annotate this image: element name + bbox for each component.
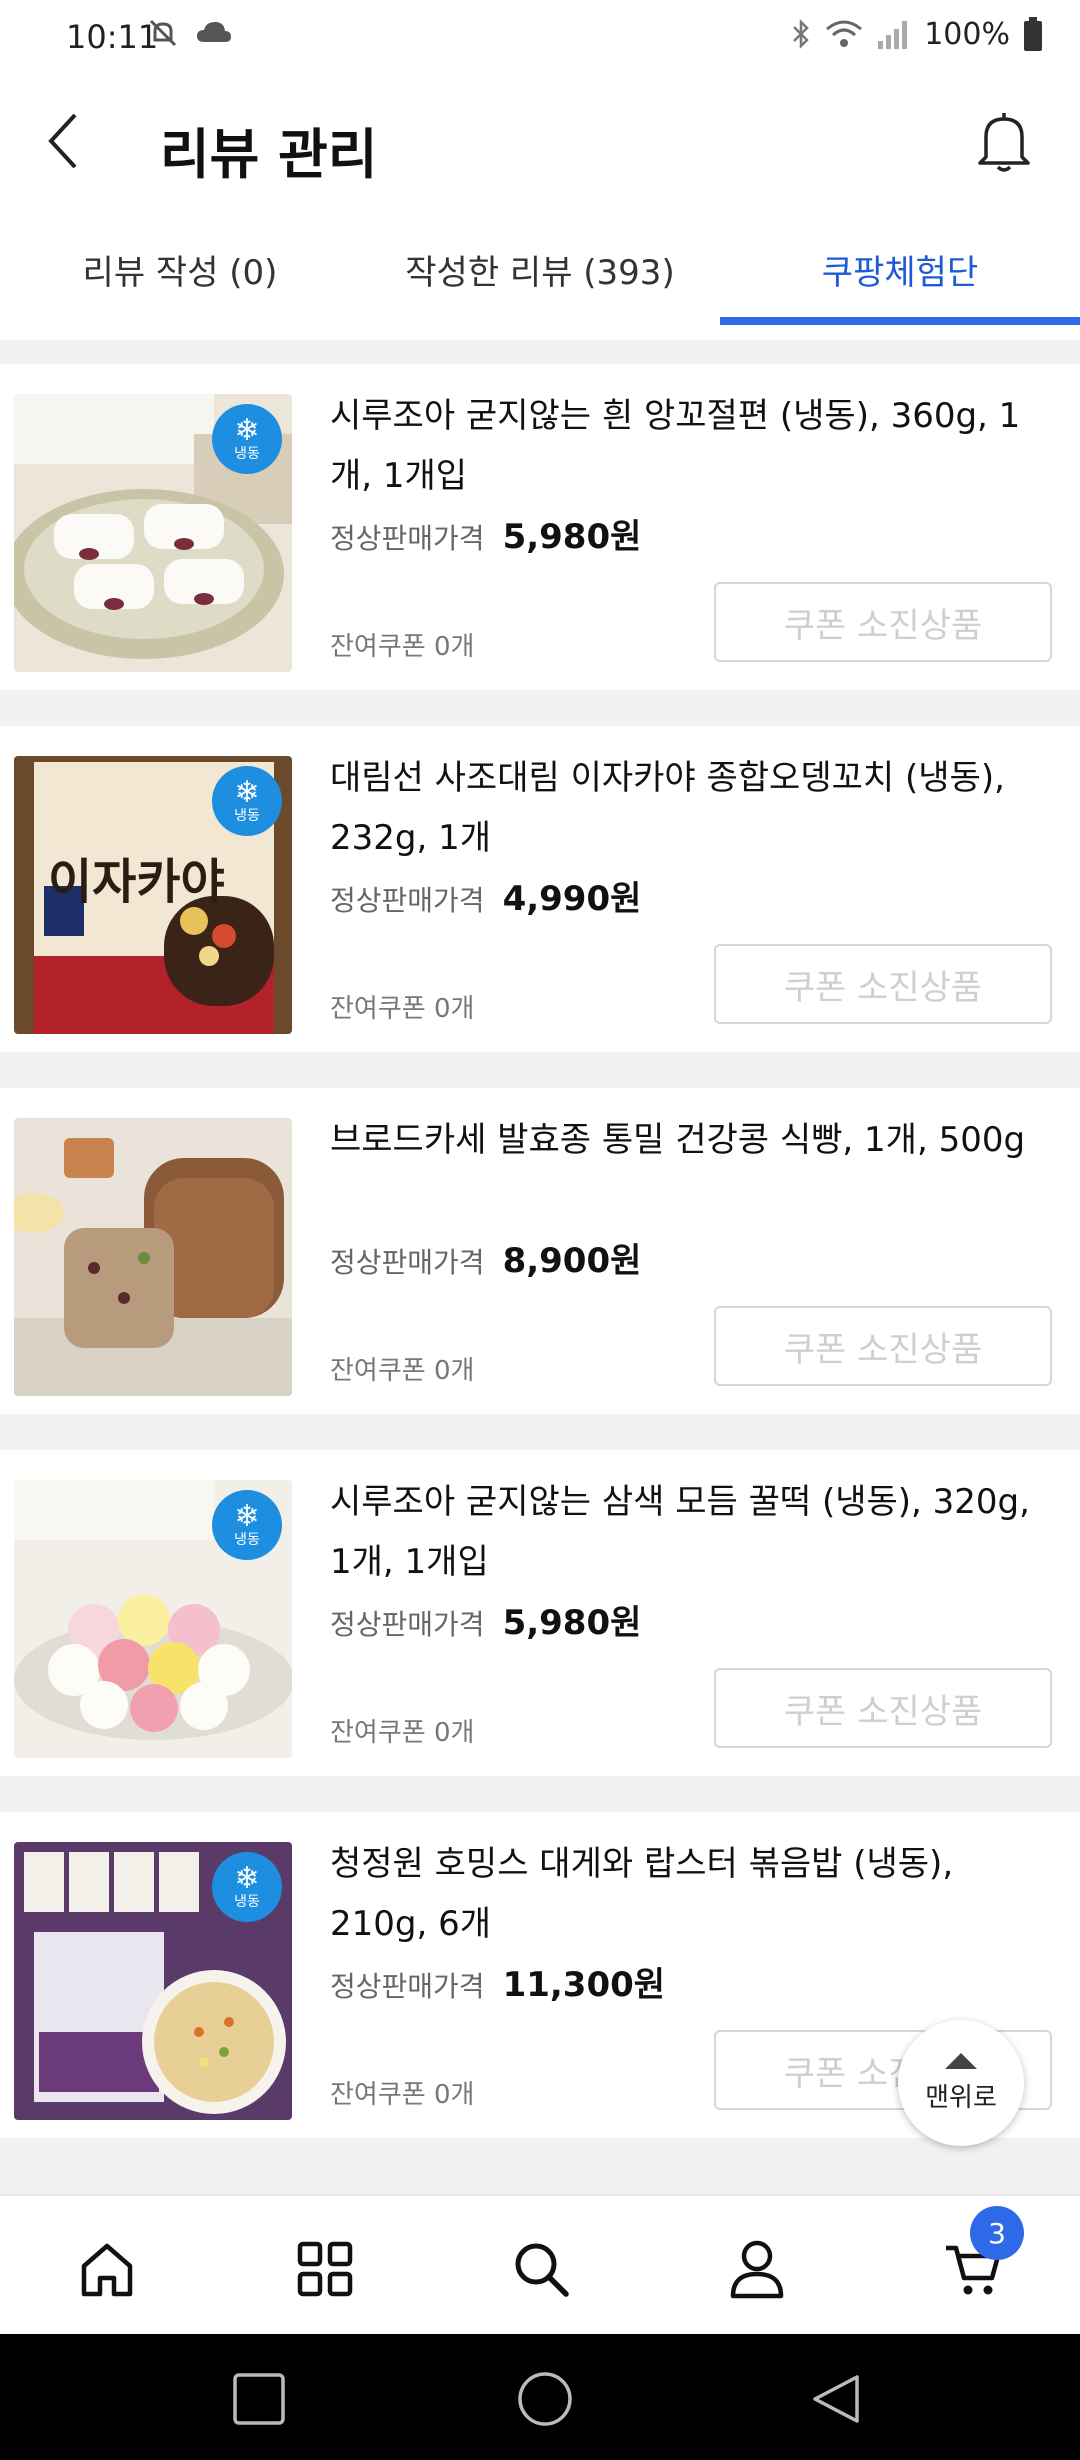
coupon-soldout-button[interactable]: 쿠폰 소진상품 (714, 582, 1052, 662)
product-name[interactable]: 청정원 호밍스 대게와 랍스터 볶음밥 (냉동), 210g, 6개 (330, 1834, 1050, 1954)
product-image: ❄ 냉동 (14, 1842, 292, 2120)
divider (0, 340, 1080, 364)
battery-percent: 100% (924, 16, 1010, 52)
circle-icon (518, 2372, 572, 2426)
price-row: 정상판매가격 5,980원 (330, 1595, 641, 1644)
wifi-icon (826, 20, 863, 47)
coupon-remaining: 잔여쿠폰 0개 (330, 1356, 475, 1386)
nav-my-account[interactable] (712, 2224, 802, 2314)
snowflake-icon: ❄ (234, 413, 260, 448)
page-title: 리뷰 관리 (160, 123, 378, 186)
review-tabs: 리뷰 작성 (0) 작성한 리뷰 (393) 쿠팡체험단 (0, 215, 1080, 327)
recents-button[interactable] (224, 2364, 294, 2434)
cloud-icon (197, 22, 231, 42)
battery-icon (1024, 17, 1042, 51)
price-label: 정상판매가격 (330, 1246, 485, 1279)
product-name[interactable]: 브로드카세 발효종 통밀 건강콩 식빵, 1개, 500g (330, 1110, 1050, 1170)
square-icon (233, 2373, 285, 2425)
package-text: 이자카야 (48, 854, 225, 910)
divider (0, 2138, 1080, 2194)
product-image: ❄ 냉동 (14, 394, 292, 672)
coupon-soldout-button[interactable]: 쿠폰 소진상품 (714, 1306, 1052, 1386)
price-row: 정상판매가격 4,990원 (330, 871, 641, 920)
list-item[interactable]: ❄ 냉동 시루조아 굳지않는 삼색 모듬 꿀떡 (냉동), 320g, 1개, … (0, 1450, 1080, 1776)
price-label: 정상판매가격 (330, 1608, 485, 1641)
product-image: 이자카야 ❄ 냉동 (14, 756, 292, 1034)
price-label: 정상판매가격 (330, 522, 485, 555)
frozen-badge: ❄ 냉동 (212, 766, 282, 836)
list-item[interactable]: 이자카야 ❄ 냉동 대림선 사조대림 이자카야 종합오뎅꼬치 (냉동), 232… (0, 726, 1080, 1052)
price-row: 정상판매가격 8,900원 (330, 1233, 641, 1282)
tab-written-reviews[interactable]: 작성한 리뷰 (393) (370, 215, 710, 323)
price-row: 정상판매가격 5,980원 (330, 509, 641, 558)
price-value: 11,300원 (502, 1965, 666, 2005)
bluetooth-icon (793, 18, 809, 50)
coupon-soldout-button[interactable]: 쿠폰 소진상품 (714, 1668, 1052, 1748)
divider (0, 1414, 1080, 1450)
nav-search[interactable] (496, 2224, 586, 2314)
triangle-back-icon (813, 2375, 859, 2423)
coupon-remaining: 잔여쿠폰 0개 (330, 1718, 475, 1748)
system-nav-bar (0, 2334, 1080, 2460)
frozen-badge: ❄ 냉동 (212, 1490, 282, 1560)
coupon-remaining: 잔여쿠폰 0개 (330, 2080, 475, 2110)
signal-icon (878, 21, 908, 49)
product-image (14, 1118, 292, 1396)
price-label: 정상판매가격 (330, 884, 485, 917)
frozen-badge: ❄ 냉동 (212, 404, 282, 474)
status-time: 10:11 (66, 18, 159, 56)
bell-icon (978, 113, 1030, 172)
nav-categories[interactable] (280, 2224, 370, 2314)
chevron-left-icon (48, 113, 77, 169)
price-value: 5,980원 (502, 1603, 642, 1643)
scroll-to-top-label: 맨위로 (925, 2082, 997, 2113)
product-image: ❄ 냉동 (14, 1480, 292, 1758)
app-bar: 리뷰 관리 (0, 80, 1080, 200)
grid-icon (297, 2241, 353, 2297)
divider (0, 1776, 1080, 1812)
product-name[interactable]: 대림선 사조대림 이자카야 종합오뎅꼬치 (냉동), 232g, 1개 (330, 748, 1050, 868)
coupon-remaining: 잔여쿠폰 0개 (330, 994, 475, 1024)
nav-home[interactable] (62, 2224, 152, 2314)
frozen-badge: ❄ 냉동 (212, 1852, 282, 1922)
notification-off-icon (149, 19, 177, 47)
list-item[interactable]: ❄ 냉동 시루조아 굳지않는 흰 앙꼬절편 (냉동), 360g, 1개, 1개… (0, 364, 1080, 690)
status-bar: 10:11 100% (0, 0, 1080, 80)
price-value: 5,980원 (502, 517, 642, 557)
price-label: 정상판매가격 (330, 1970, 485, 2003)
snowflake-icon: ❄ (234, 775, 260, 810)
price-value: 4,990원 (502, 879, 642, 919)
tab-write-review[interactable]: 리뷰 작성 (0) (40, 215, 320, 323)
coupon-remaining: 잔여쿠폰 0개 (330, 632, 475, 662)
product-name[interactable]: 시루조아 굳지않는 흰 앙꼬절편 (냉동), 360g, 1개, 1개입 (330, 386, 1050, 506)
home-icon (81, 2243, 133, 2297)
back-system-button[interactable] (800, 2364, 870, 2434)
notification-button[interactable] (968, 106, 1040, 178)
tab-coupang-experience[interactable]: 쿠팡체험단 (720, 215, 1080, 323)
home-system-button[interactable] (510, 2364, 580, 2434)
divider (0, 1052, 1080, 1088)
active-tab-indicator (720, 317, 1080, 325)
user-icon (730, 2240, 784, 2299)
snowflake-icon: ❄ (234, 1499, 260, 1534)
back-button[interactable] (30, 106, 100, 176)
cart-count-badge: 3 (970, 2206, 1024, 2260)
bottom-nav: 3 (0, 2194, 1080, 2336)
list-item[interactable]: 브로드카세 발효종 통밀 건강콩 식빵, 1개, 500g 정상판매가격 8,9… (0, 1088, 1080, 1414)
product-name[interactable]: 시루조아 굳지않는 삼색 모듬 꿀떡 (냉동), 320g, 1개, 1개입 (330, 1472, 1050, 1592)
price-value: 8,900원 (502, 1241, 642, 1281)
search-icon (515, 2243, 569, 2297)
scroll-to-top-button[interactable]: 맨위로 (898, 2020, 1024, 2146)
nav-cart[interactable]: 3 (928, 2206, 1024, 2314)
coupon-soldout-button[interactable]: 쿠폰 소진상품 (714, 944, 1052, 1024)
snowflake-icon: ❄ (234, 1861, 260, 1896)
arrow-up-icon (945, 2052, 977, 2069)
divider (0, 690, 1080, 726)
price-row: 정상판매가격 11,300원 (330, 1957, 665, 2006)
